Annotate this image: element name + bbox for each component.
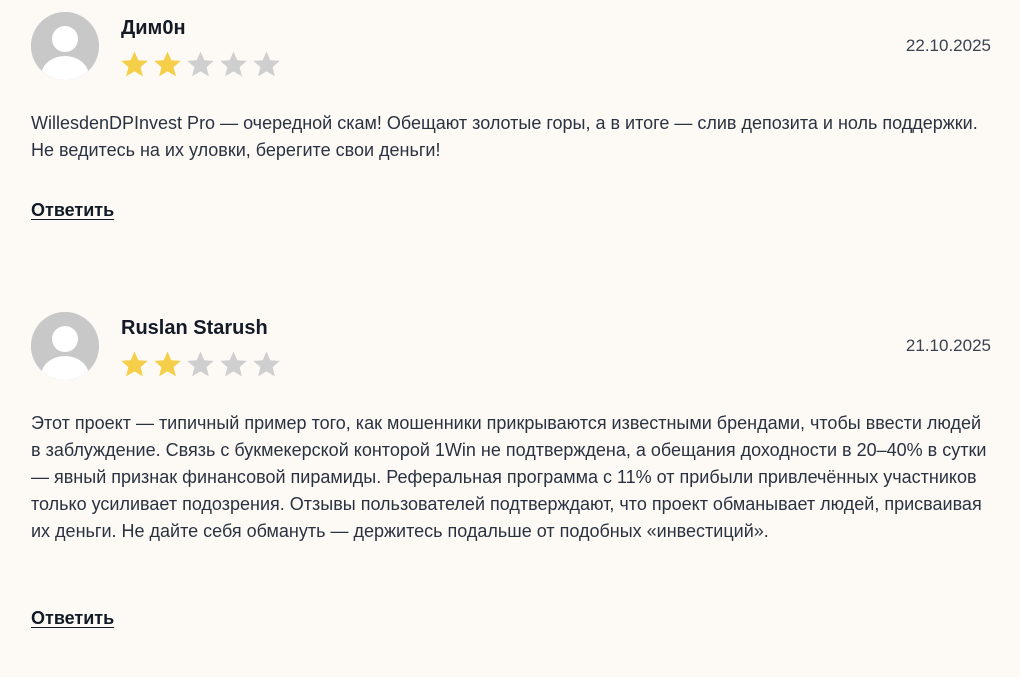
review-date: 21.10.2025 [905,336,991,355]
user-avatar-icon [31,12,99,80]
star-filled-icon [154,51,181,77]
star-empty-icon [187,51,214,77]
review-author: Ruslan Starush [121,317,268,339]
review-text: Этот проект — типичный пример того, как … [31,413,987,541]
user-avatar-icon [31,312,99,380]
star-rating [120,350,281,378]
star-empty-icon [253,51,280,77]
review-text: WillesdenDPInvest Pro — очередной скам! … [31,113,978,160]
star-filled-icon [121,351,148,377]
reply-link[interactable]: Ответить [31,608,114,629]
review-author: Дим0н [121,17,186,39]
star-filled-icon [121,51,148,77]
reply-link[interactable]: Ответить [31,200,114,221]
star-empty-icon [187,351,214,377]
star-filled-icon [154,351,181,377]
star-rating [120,50,281,78]
review-date: 22.10.2025 [905,36,991,55]
star-empty-icon [220,51,247,77]
star-empty-icon [220,351,247,377]
star-empty-icon [253,351,280,377]
